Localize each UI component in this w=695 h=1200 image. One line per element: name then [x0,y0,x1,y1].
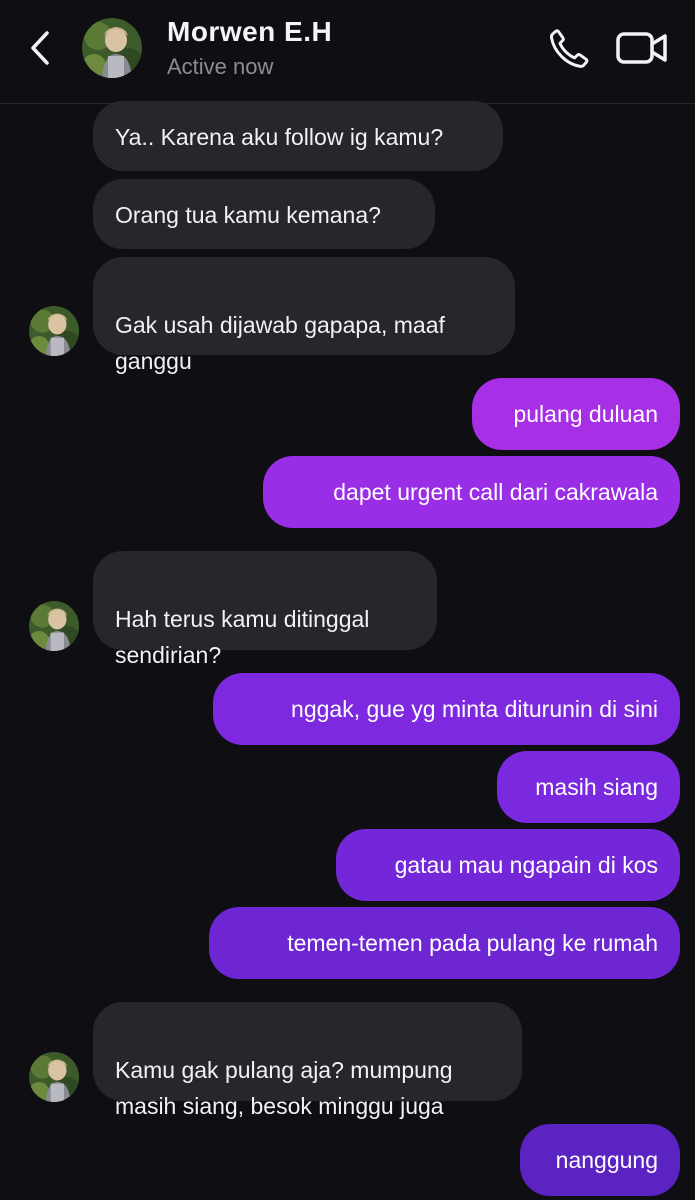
outgoing-message[interactable]: pulang duluan [472,378,680,450]
contact-name: Morwen E.H [167,16,333,47]
outgoing-message[interactable]: nggak, gue yg minta diturunin di sini [213,673,680,745]
contact-avatar[interactable] [82,18,142,78]
chat-header: Morwen E.H Active now [0,0,695,104]
sender-avatar[interactable] [29,601,79,651]
avatar-image [29,306,79,356]
incoming-message[interactable]: Ya.. Karena aku follow ig kamu? [93,101,503,171]
phone-icon [549,29,589,68]
audio-call-button[interactable] [546,26,590,70]
incoming-message[interactable]: Kamu gak pulang aja? mumpung masih siang… [93,1002,522,1119]
incoming-message[interactable]: Hah terus kamu ditinggal sendirian? [93,551,437,668]
avatar-image [29,1052,79,1102]
incoming-message[interactable]: Orang tua kamu kemana? [93,179,435,249]
back-button[interactable] [22,26,58,70]
video-call-button[interactable] [614,26,670,70]
sender-avatar[interactable] [29,1052,79,1102]
sender-avatar[interactable] [29,306,79,356]
avatar-image [82,18,142,78]
video-camera-icon [616,32,667,64]
incoming-message[interactable]: Gak usah dijawab gapapa, maaf ganggu [93,257,515,374]
avatar-image [29,601,79,651]
chevron-left-icon [31,31,49,65]
outgoing-message[interactable]: masih siang [497,751,680,823]
active-status: Active now [167,54,274,79]
outgoing-message[interactable]: nanggung [520,1124,680,1196]
outgoing-message[interactable]: temen-temen pada pulang ke rumah [209,907,680,979]
contact-title[interactable]: Morwen E.H Active now [167,16,332,80]
outgoing-message[interactable]: dapet urgent call dari cakrawala [263,456,680,528]
outgoing-message[interactable]: gatau mau ngapain di kos [336,829,680,901]
chat-screen: Morwen E.H Active now Ya.. Karena aku fo… [0,0,695,1200]
